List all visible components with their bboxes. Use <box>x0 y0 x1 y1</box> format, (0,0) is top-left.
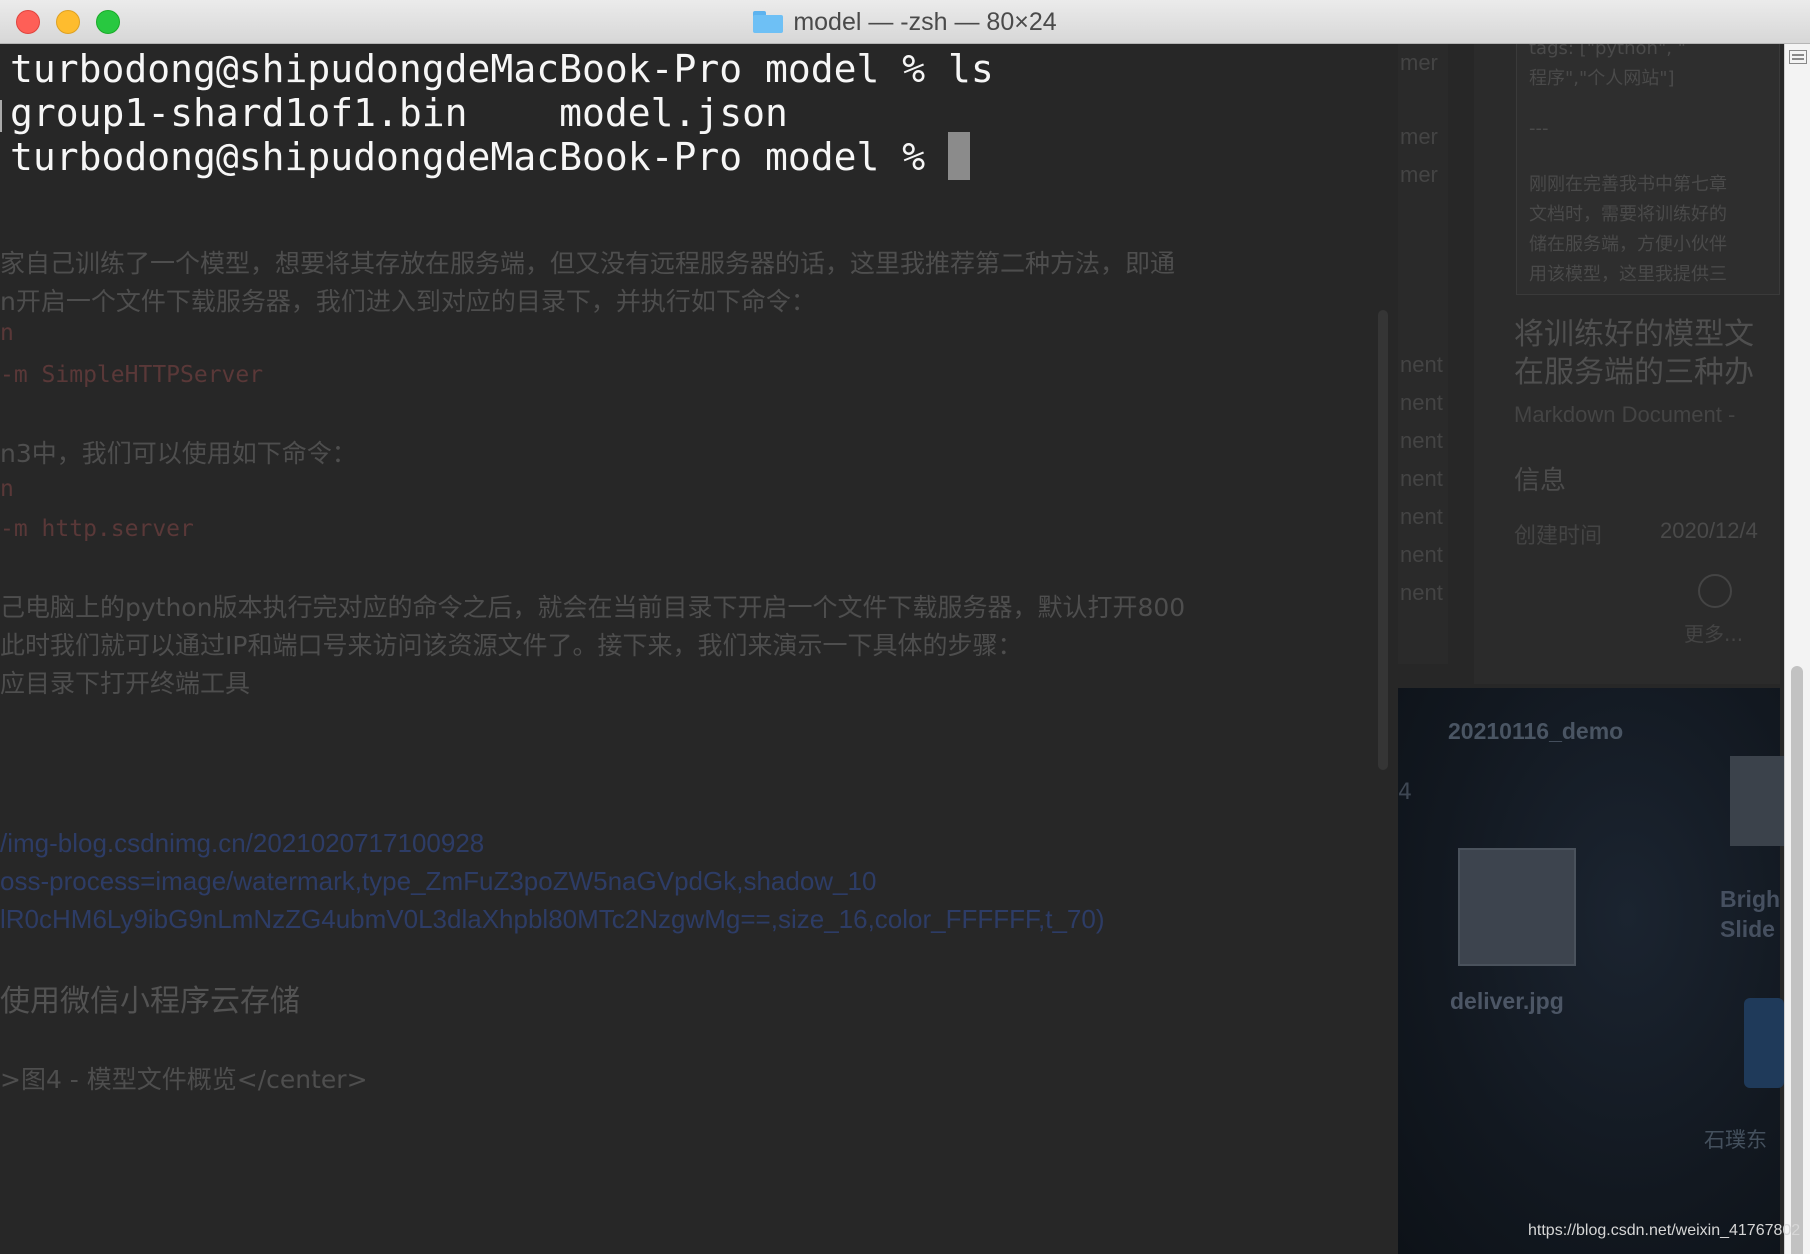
mark-bracket <box>0 100 8 132</box>
terminal-content[interactable]: turbodong@shipudongdeMacBook-Pro model %… <box>0 44 1784 1254</box>
terminal-prompt-line: turbodong@shipudongdeMacBook-Pro model % <box>10 132 970 182</box>
split-pane-icon[interactable] <box>1789 50 1807 64</box>
window-title-text: model — -zsh — 80×24 <box>793 7 1057 36</box>
terminal-line: group1-shard1of1.bin model.json <box>10 91 788 135</box>
terminal-window: 家自己训练了一个模型，想要将其存放在服务端，但又没有远程服务器的话，这里我推荐第… <box>0 0 1810 1254</box>
terminal-prompt: turbodong@shipudongdeMacBook-Pro model % <box>10 135 948 179</box>
scrollbar-thumb[interactable] <box>1791 666 1803 1254</box>
window-title: model — -zsh — 80×24 <box>0 0 1810 44</box>
folder-icon <box>753 11 784 33</box>
terminal-scrollbar[interactable] <box>1784 44 1810 1254</box>
watermark: https://blog.csdn.net/weixin_41767802 <box>1528 1222 1801 1239</box>
title-bar[interactable]: model — -zsh — 80×24 <box>0 0 1810 44</box>
text-cursor <box>948 132 970 180</box>
terminal-line: turbodong@shipudongdeMacBook-Pro model %… <box>10 47 994 91</box>
